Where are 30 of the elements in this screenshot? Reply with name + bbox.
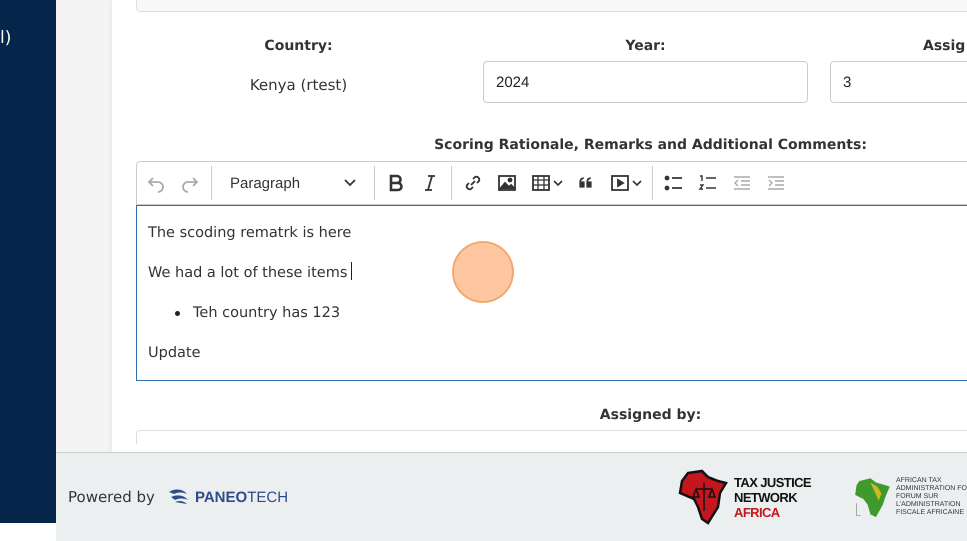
field-label: Country: — [264, 38, 333, 54]
sidebar-text: l) — [0, 28, 12, 48]
table-icon — [530, 173, 552, 193]
caret-icon — [632, 179, 642, 187]
logo-text: NETWORK — [734, 490, 798, 504]
heading-dropdown[interactable]: Paragraph — [218, 170, 368, 196]
input-field[interactable]: 2024 — [483, 61, 808, 103]
field-label: Scoring Rationale, Remarks and Additional Comments: — [433, 137, 868, 153]
africa-map-icon — [678, 469, 730, 525]
editor-paragraph: The scoding rematrk is here — [148, 224, 352, 243]
image-icon — [496, 173, 518, 193]
field-label: Assigned by: — [598, 407, 702, 423]
editor-paragraph: Update — [148, 344, 202, 363]
powered-by-text: Powered by — [68, 488, 155, 506]
logo-text: TAX JUSTICE — [734, 474, 811, 490]
text-field[interactable] — [136, 0, 967, 12]
input-field[interactable] — [136, 430, 967, 444]
field-value: Kenya (rtest) — [250, 76, 348, 94]
input-field[interactable]: 3 — [830, 61, 967, 103]
chevron-icon — [344, 179, 356, 187]
rich-text-editor[interactable]: The scoding rematrk is here We had a lot of these items Teh country has 123 Update — [136, 205, 967, 381]
field-label: Year: — [625, 38, 666, 54]
media-icon — [609, 173, 631, 193]
brand-logo: PANEOTECH — [166, 488, 288, 506]
field-label: Assig — [923, 38, 966, 54]
caret-icon — [553, 179, 563, 187]
logo-text: AFRICA — [734, 504, 781, 520]
editor-paragraph: We had a lot of these items — [148, 258, 967, 288]
bullet-item: Teh country has 123 — [148, 298, 967, 328]
bullets-icon — [663, 173, 685, 193]
